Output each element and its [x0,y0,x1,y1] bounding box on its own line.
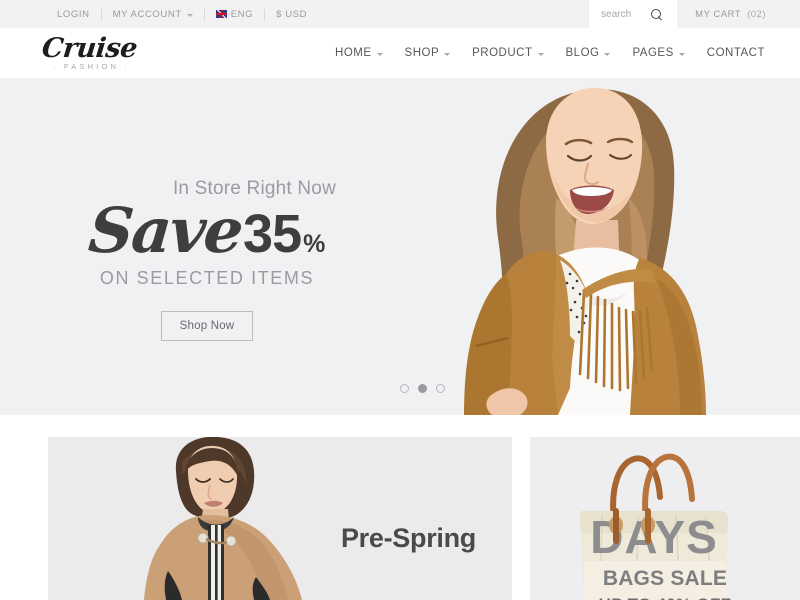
top-bar-right-tools: MY CART (02) [589,0,800,28]
currency-selector[interactable]: $ USD [265,9,318,20]
cart-count: (02) [747,8,766,20]
bag-print-text: DAYS [590,511,718,563]
search-box[interactable] [589,0,678,28]
hero-subtitle: ON SELECTED ITEMS [99,268,315,288]
cart-label: MY CART [695,8,742,20]
carousel-dots [400,384,445,393]
nav-label: PRODUCT [472,47,533,59]
nav-item-shop[interactable]: SHOP [394,47,462,59]
hero-discount-number: 35 [243,204,302,264]
top-bar: LOGIN MY ACCOUNT ENG $ USD MY CART (02) [0,0,800,28]
hero-copy: In Store Right Now Save 35 % ON SELECTED… [62,178,352,341]
logo-wordmark: Cruise [40,33,139,65]
hero-photo-illustration [380,78,800,415]
nav-label: PAGES [632,47,674,59]
uk-flag-icon [215,10,227,18]
logo[interactable]: Cruise · FASHION · [40,33,139,72]
promo-banner-row: Pre-Spring DAYS BAGS SALE [0,415,800,600]
cart-link[interactable]: MY CART (02) [677,0,766,28]
carousel-dot-1[interactable] [400,384,409,393]
my-account-menu[interactable]: MY ACCOUNT [102,9,204,20]
hero-save-word: Save [85,194,245,267]
hero-slider: In Store Right Now Save 35 % ON SELECTED… [0,78,800,415]
hero-percent-symbol: % [303,230,326,258]
hero-image [380,78,800,415]
top-bar-left-links: LOGIN MY ACCOUNT ENG $ USD [0,0,318,28]
logo-tagline: · FASHION · [52,62,131,72]
promo-left-title: Pre-Spring [340,523,476,553]
promo-bags-sale[interactable]: DAYS BAGS SALE UP TO 40% OFF [530,437,800,600]
chevron-down-icon [444,52,451,56]
search-icon[interactable] [651,8,662,20]
carousel-dot-3[interactable] [436,384,445,393]
chevron-down-icon [604,52,611,56]
promo-pre-spring[interactable]: Pre-Spring [48,437,512,600]
site-header: Cruise · FASHION · HOME SHOP PRODUCT BLO… [0,28,800,78]
nav-label: BLOG [565,47,600,59]
my-account-label: MY ACCOUNT [112,8,182,20]
language-label: ENG [230,8,254,20]
login-link[interactable]: LOGIN [46,9,101,20]
chevron-down-icon [537,52,544,56]
promo-right-title: BAGS SALE [602,567,728,590]
nav-item-blog[interactable]: BLOG [555,47,622,59]
chevron-down-icon [186,13,193,17]
main-navigation: HOME SHOP PRODUCT BLOG PAGES CONTACT [324,47,776,59]
chevron-down-icon [376,52,383,56]
nav-item-product[interactable]: PRODUCT [461,47,554,59]
nav-item-pages[interactable]: PAGES [621,47,695,59]
hero-headline: Save 35 % [62,194,352,267]
nav-label: CONTACT [706,47,765,59]
nav-label: SHOP [404,47,440,59]
nav-label: HOME [335,47,372,59]
chevron-down-icon [678,52,685,56]
nav-item-home[interactable]: HOME [324,47,394,59]
nav-item-contact[interactable]: CONTACT [696,47,776,59]
carousel-dot-2[interactable] [418,384,427,393]
shop-now-button[interactable]: Shop Now [160,311,254,341]
promo-right-subtitle: UP TO 40% OFF [530,595,800,600]
language-selector[interactable]: ENG [205,9,264,20]
promo-left-image [48,437,512,600]
search-input[interactable] [601,8,646,20]
